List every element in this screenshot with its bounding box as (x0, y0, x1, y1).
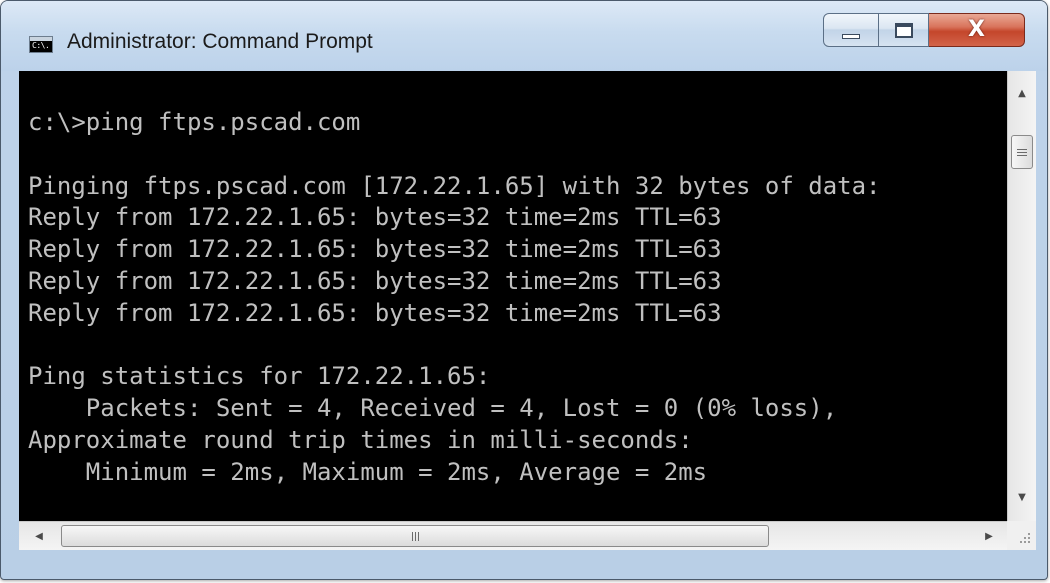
resize-grip-icon[interactable] (1007, 521, 1036, 550)
console-line: Reply from 172.22.1.65: bytes=32 time=2m… (28, 203, 722, 232)
grip-icon (1017, 147, 1027, 158)
minimize-icon (842, 33, 860, 39)
cmd-icon-text: C:\. (32, 41, 50, 50)
vertical-scroll-thumb[interactable] (1011, 135, 1033, 169)
cmd-icon[interactable]: C:\. (29, 36, 53, 53)
console-line: Minimum = 2ms, Maximum = 2ms, Average = … (28, 457, 708, 486)
console-line: c:\>ping ftps.pscad.com (28, 108, 361, 136)
console-line: Reply from 172.22.1.65: bytes=32 time=2m… (28, 266, 722, 295)
console-line: Reply from 172.22.1.65: bytes=32 time=2m… (28, 235, 722, 264)
command-prompt-window: C:\. Administrator: Command Prompt X c:\… (0, 0, 1048, 580)
console-line: Ping statistics for 172.22.1.65: (28, 362, 491, 391)
close-button[interactable]: X (929, 13, 1025, 47)
scroll-right-icon[interactable]: ▶ (975, 522, 1003, 550)
maximize-button[interactable] (879, 13, 929, 47)
console-line: Approximate round trip times in milli-se… (28, 425, 693, 454)
horizontal-scrollbar[interactable]: ◀ ▶ (19, 521, 1007, 550)
close-icon: X (968, 17, 985, 42)
minimize-button[interactable] (823, 13, 879, 47)
scroll-left-icon[interactable]: ◀ (25, 522, 53, 550)
console-line: Pinging ftps.pscad.com [172.22.1.65] wit… (28, 171, 881, 200)
horizontal-scroll-thumb[interactable] (61, 525, 769, 547)
scroll-down-icon[interactable]: ▼ (1008, 483, 1036, 511)
scroll-up-icon[interactable]: ▲ (1008, 79, 1036, 107)
grip-icon (411, 531, 419, 541)
console-output[interactable]: c:\>ping ftps.pscad.com Pinging ftps.psca… (19, 71, 1007, 521)
console-line: Packets: Sent = 4, Received = 4, Lost = … (28, 394, 838, 423)
maximize-icon (894, 22, 913, 38)
window-title: Administrator: Command Prompt (67, 30, 373, 53)
vertical-scrollbar[interactable]: ▲ ▼ (1007, 71, 1036, 521)
title-bar[interactable]: C:\. Administrator: Command Prompt X (1, 1, 1047, 71)
console-line: Reply from 172.22.1.65: bytes=32 time=2m… (28, 298, 722, 327)
window-controls: X (823, 13, 1025, 47)
